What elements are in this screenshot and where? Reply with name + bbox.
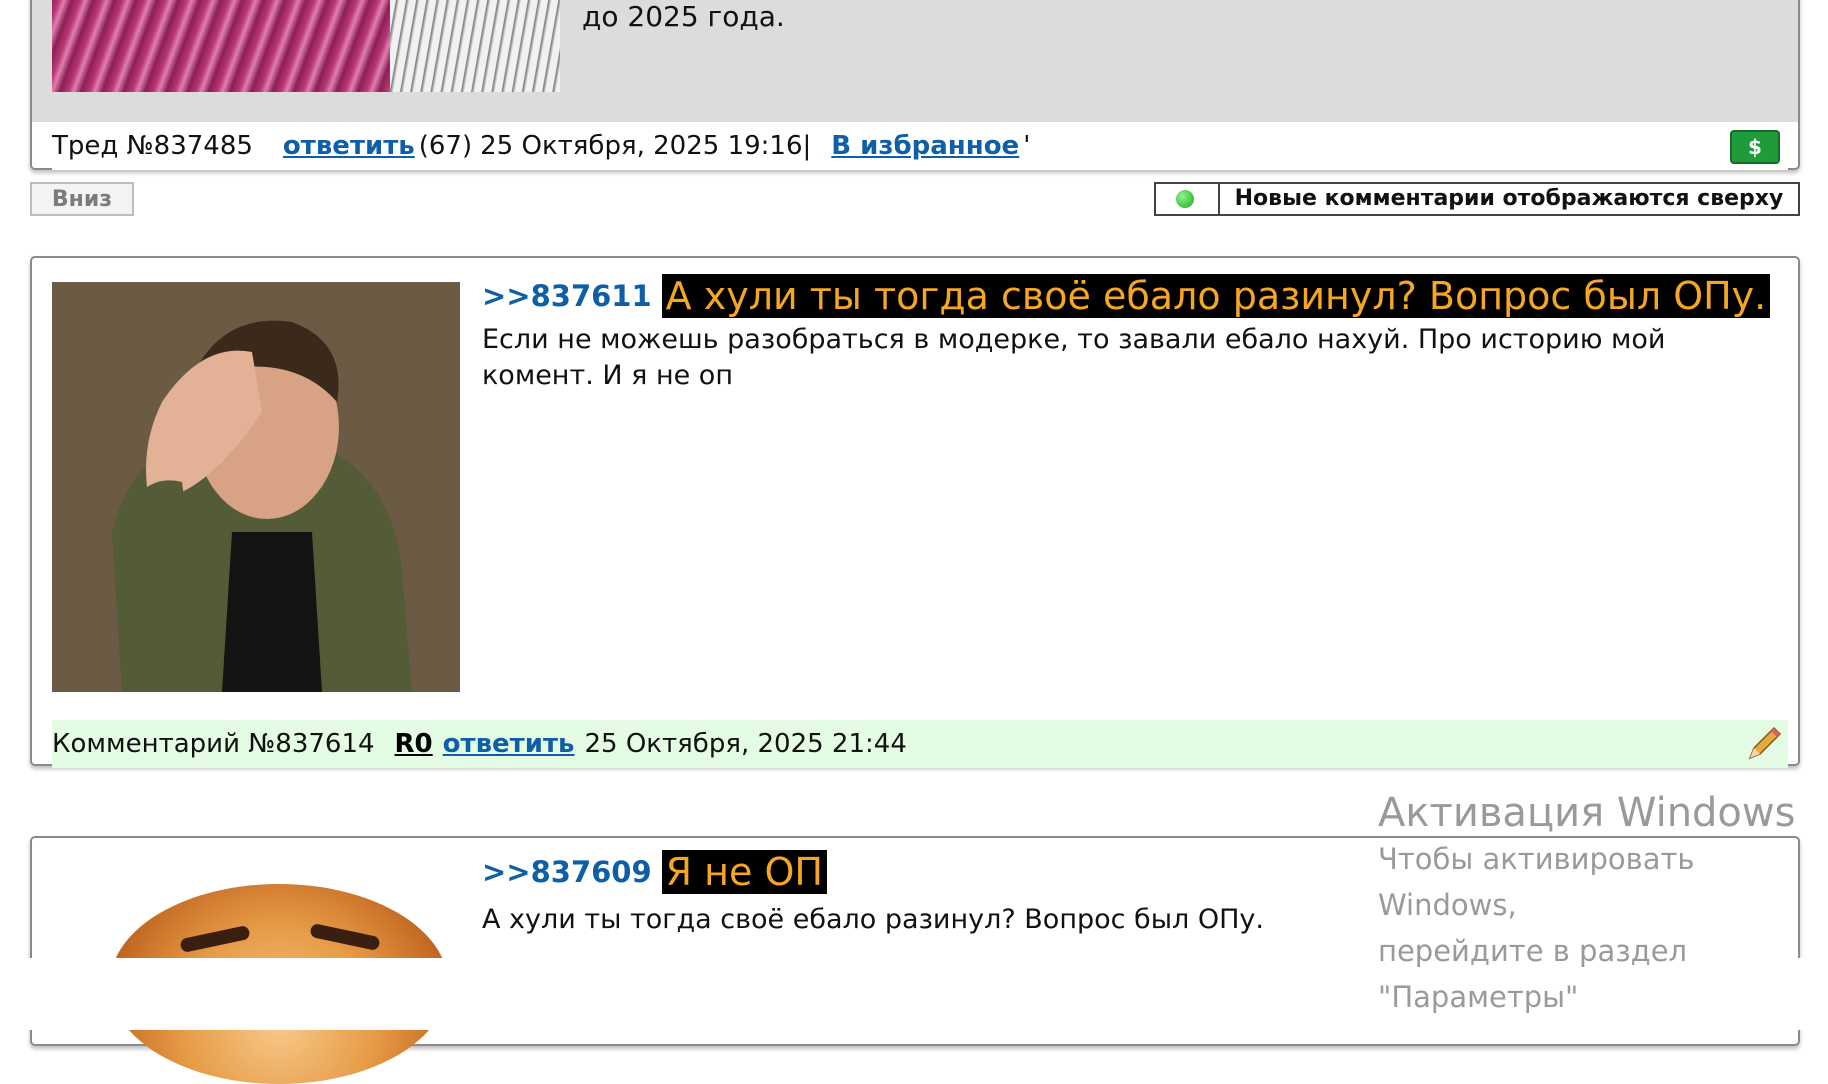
reply-ref-link[interactable]: >>837609 — [482, 855, 652, 889]
watermark-title: Активация Windows — [1378, 790, 1796, 836]
post-header: >>837611 А хули ты тогда своё ебало рази… — [482, 274, 1771, 318]
sort-label: Новые комментарии отображаются сверху — [1234, 186, 1784, 211]
thread-reply-link[interactable]: ответить — [283, 131, 415, 161]
down-button[interactable]: Вниз — [30, 182, 134, 216]
comment-date: 25 Октября, 2025 21:44 — [584, 729, 907, 759]
facepalm-illustration — [52, 282, 460, 692]
favorite-link[interactable]: В избранное — [831, 131, 1019, 161]
money-icon[interactable]: $ — [1730, 130, 1780, 164]
thread-body: до 2025 года. — [32, 0, 1798, 122]
comment-text: А хули ты тогда своё ебало разинул? Вопр… — [482, 904, 1264, 935]
thread-number: Тред №837485 — [52, 131, 253, 161]
comment-text: Если не можешь разобраться в модерке, то… — [482, 324, 1666, 391]
thread-image[interactable] — [52, 0, 560, 92]
comment-number: Комментарий №837614 — [52, 729, 375, 759]
edit-pencil-icon[interactable] — [1744, 724, 1784, 764]
favorite-tail: ' — [1023, 131, 1031, 161]
thread-card: до 2025 года. Тред №837485 ответить (67)… — [30, 0, 1800, 170]
comment-reply-link[interactable]: ответить — [443, 729, 575, 759]
reply-ref-link[interactable]: >>837611 — [482, 279, 652, 313]
post-header: >>837609 Я не ОП — [482, 850, 827, 894]
page-bottom — [0, 958, 1828, 1030]
thread-footer: Тред №837485 ответить (67) 25 Октября, 2… — [52, 122, 1788, 170]
thread-reply-count: (67) — [418, 131, 473, 161]
thread-text: до 2025 года. — [582, 0, 785, 33]
author-tag[interactable]: R0 — [395, 729, 433, 759]
quoted-text: А хули ты тогда своё ебало разинул? Вопр… — [661, 274, 1771, 318]
comment-footer: Комментарий №837614 R0 ответить 25 Октяб… — [52, 720, 1788, 768]
comment-card: >>837611 А хули ты тогда своё ебало рази… — [30, 256, 1800, 768]
comment-avatar-image[interactable] — [52, 282, 460, 692]
sort-toggle[interactable]: Новые комментарии отображаются сверху — [1154, 182, 1800, 216]
status-dot-icon — [1156, 184, 1220, 214]
thread-date: 25 Октября, 2025 19:16| — [480, 131, 812, 161]
quoted-text: Я не ОП — [661, 850, 827, 894]
